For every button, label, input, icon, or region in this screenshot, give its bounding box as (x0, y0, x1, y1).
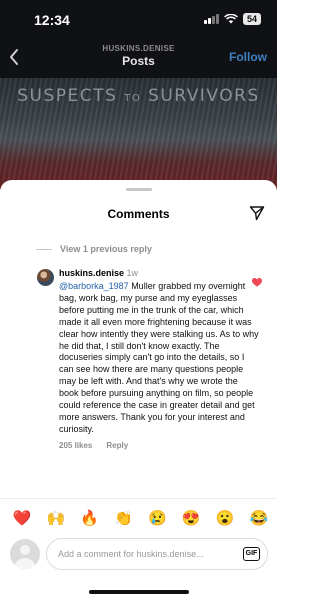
commenter-avatar[interactable] (37, 269, 54, 286)
status-bar: 12:34 54 (0, 0, 277, 40)
emoji-raised-hands[interactable]: 🙌 (46, 510, 66, 528)
cellular-signal-icon (204, 14, 219, 24)
comment-timestamp: 1w (126, 268, 139, 278)
emoji-crying[interactable]: 😢 (147, 510, 167, 528)
current-user-avatar (10, 539, 40, 569)
emoji-heart-eyes[interactable]: 😍 (181, 510, 201, 528)
sheet-grabber[interactable] (126, 188, 152, 191)
reply-button[interactable]: Reply (106, 441, 128, 450)
comment-meta: 205 likes Reply (59, 441, 259, 450)
post-nav-bar: HUSKINS.DENISE Posts Follow (0, 42, 277, 72)
wifi-icon (224, 14, 238, 24)
comment-like-heart-icon[interactable] (252, 278, 262, 287)
comment-header: huskins.denise 1w (59, 268, 259, 279)
comment-mention[interactable]: @barborka_1987 (59, 281, 129, 291)
emoji-surprised[interactable]: 😮 (215, 510, 235, 528)
view-previous-replies-label: View 1 previous reply (60, 244, 152, 254)
sheet-title: Comments (107, 207, 170, 221)
home-indicator[interactable] (89, 590, 189, 594)
comment-text: @barborka_1987 Muller grabbed my overnig… (59, 281, 259, 436)
emoji-fire[interactable]: 🔥 (80, 510, 100, 528)
share-send-icon[interactable] (249, 205, 265, 221)
post-image-title: SUSPECTS TO SURVIVORS (17, 86, 260, 106)
post-image: SUSPECTS TO SURVIVORS (0, 78, 277, 190)
emoji-laughing[interactable]: 😂 (249, 510, 269, 528)
gif-button[interactable]: GIF (243, 547, 260, 561)
view-previous-replies-button[interactable]: View 1 previous reply (36, 244, 152, 254)
composer-divider (0, 498, 277, 499)
quick-emoji-bar: ❤️ 🙌 🔥 👏 😢 😍 😮 😂 (12, 510, 269, 528)
status-icons: 54 (204, 13, 261, 25)
emoji-heart[interactable]: ❤️ (12, 510, 32, 528)
emoji-clapping[interactable]: 👏 (114, 510, 134, 528)
comment-body: huskins.denise 1w @barborka_1987 Muller … (59, 268, 259, 450)
comment-composer: GIF (10, 538, 268, 570)
follow-button[interactable]: Follow (229, 50, 267, 64)
reply-thread-line (36, 248, 52, 250)
comment-text-body: Muller grabbed my overnight bag, work ba… (59, 281, 259, 434)
comments-sheet: Comments View 1 previous reply huskins.d… (0, 180, 277, 600)
comment-input[interactable] (46, 538, 268, 570)
comment-likes-count[interactable]: 205 likes (59, 441, 92, 450)
status-time: 12:34 (34, 12, 70, 28)
comment-username[interactable]: huskins.denise (59, 268, 124, 278)
background-post-view: 12:34 54 HUSKINS.DENISE Posts Follow SUS… (0, 0, 277, 190)
battery-indicator: 54 (242, 13, 261, 25)
